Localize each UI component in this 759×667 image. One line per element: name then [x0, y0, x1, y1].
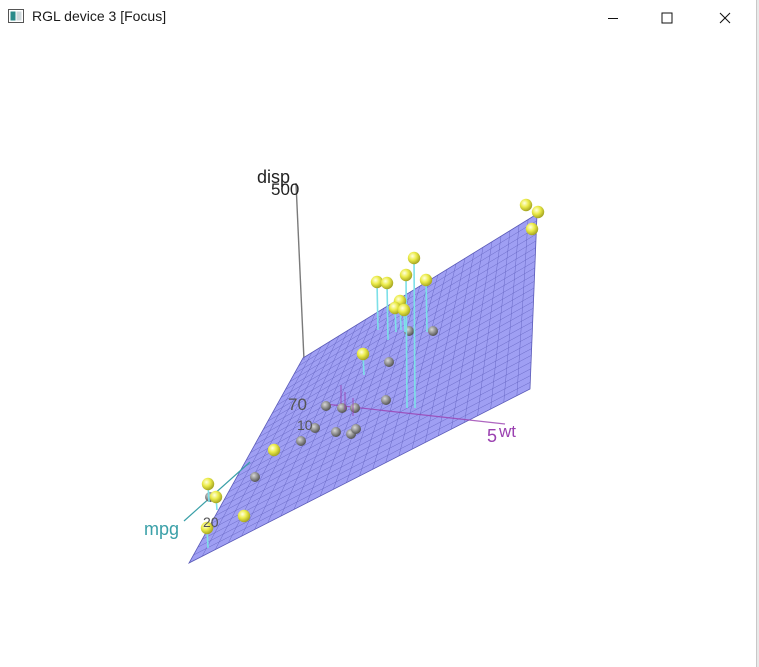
drop-line	[413, 257, 416, 409]
close-icon	[719, 12, 731, 23]
shadow-point	[350, 403, 360, 413]
shadow-point	[351, 424, 361, 434]
shadow-point	[331, 427, 341, 437]
shadow-point	[321, 401, 331, 411]
shadow-point	[381, 395, 391, 405]
wt-axis-label: wt	[498, 422, 516, 441]
data-point	[399, 268, 413, 282]
maximize-icon	[661, 12, 673, 23]
close-button[interactable]	[702, 0, 748, 35]
disp-tick-label: 500	[271, 180, 299, 199]
title-bar[interactable]: RGL device 3 [Focus]	[0, 0, 756, 35]
shadow-point	[250, 472, 260, 482]
data-point	[267, 443, 281, 457]
data-point	[356, 347, 370, 361]
wt-tick-label: 5	[487, 426, 497, 446]
disp-axis-line	[295, 182, 305, 361]
data-point	[407, 251, 421, 265]
data-point	[525, 222, 539, 236]
shadow-point	[428, 326, 438, 336]
minimize-button[interactable]	[590, 0, 636, 35]
drop-line	[376, 281, 379, 331]
mpg-tick-label: 10	[297, 417, 313, 433]
rgl-window: RGL device 3 [Focus] disp 500 70 10 20 mpg 5 wt	[0, 0, 757, 667]
drop-line	[386, 282, 389, 341]
app-icon	[8, 9, 24, 23]
data-point	[201, 477, 215, 491]
mpg-axis-label: mpg	[144, 519, 179, 539]
maximize-button[interactable]	[644, 0, 690, 35]
tick-label: 70	[288, 395, 307, 414]
rgl-3d-scene[interactable]: disp500701020mpg5 wt	[0, 35, 756, 667]
data-point	[380, 276, 394, 290]
data-point	[531, 205, 545, 219]
mpg-tick-label: 20	[203, 514, 219, 530]
data-point	[397, 303, 411, 317]
drop-line	[405, 274, 408, 409]
shadow-point	[296, 436, 306, 446]
data-point	[419, 273, 433, 287]
data-point	[237, 509, 251, 523]
drop-line	[425, 279, 428, 333]
data-point	[209, 490, 223, 504]
window-title: RGL device 3 [Focus]	[32, 8, 167, 24]
minimize-icon	[608, 17, 618, 19]
shadow-point	[384, 357, 394, 367]
data-point	[519, 198, 533, 212]
